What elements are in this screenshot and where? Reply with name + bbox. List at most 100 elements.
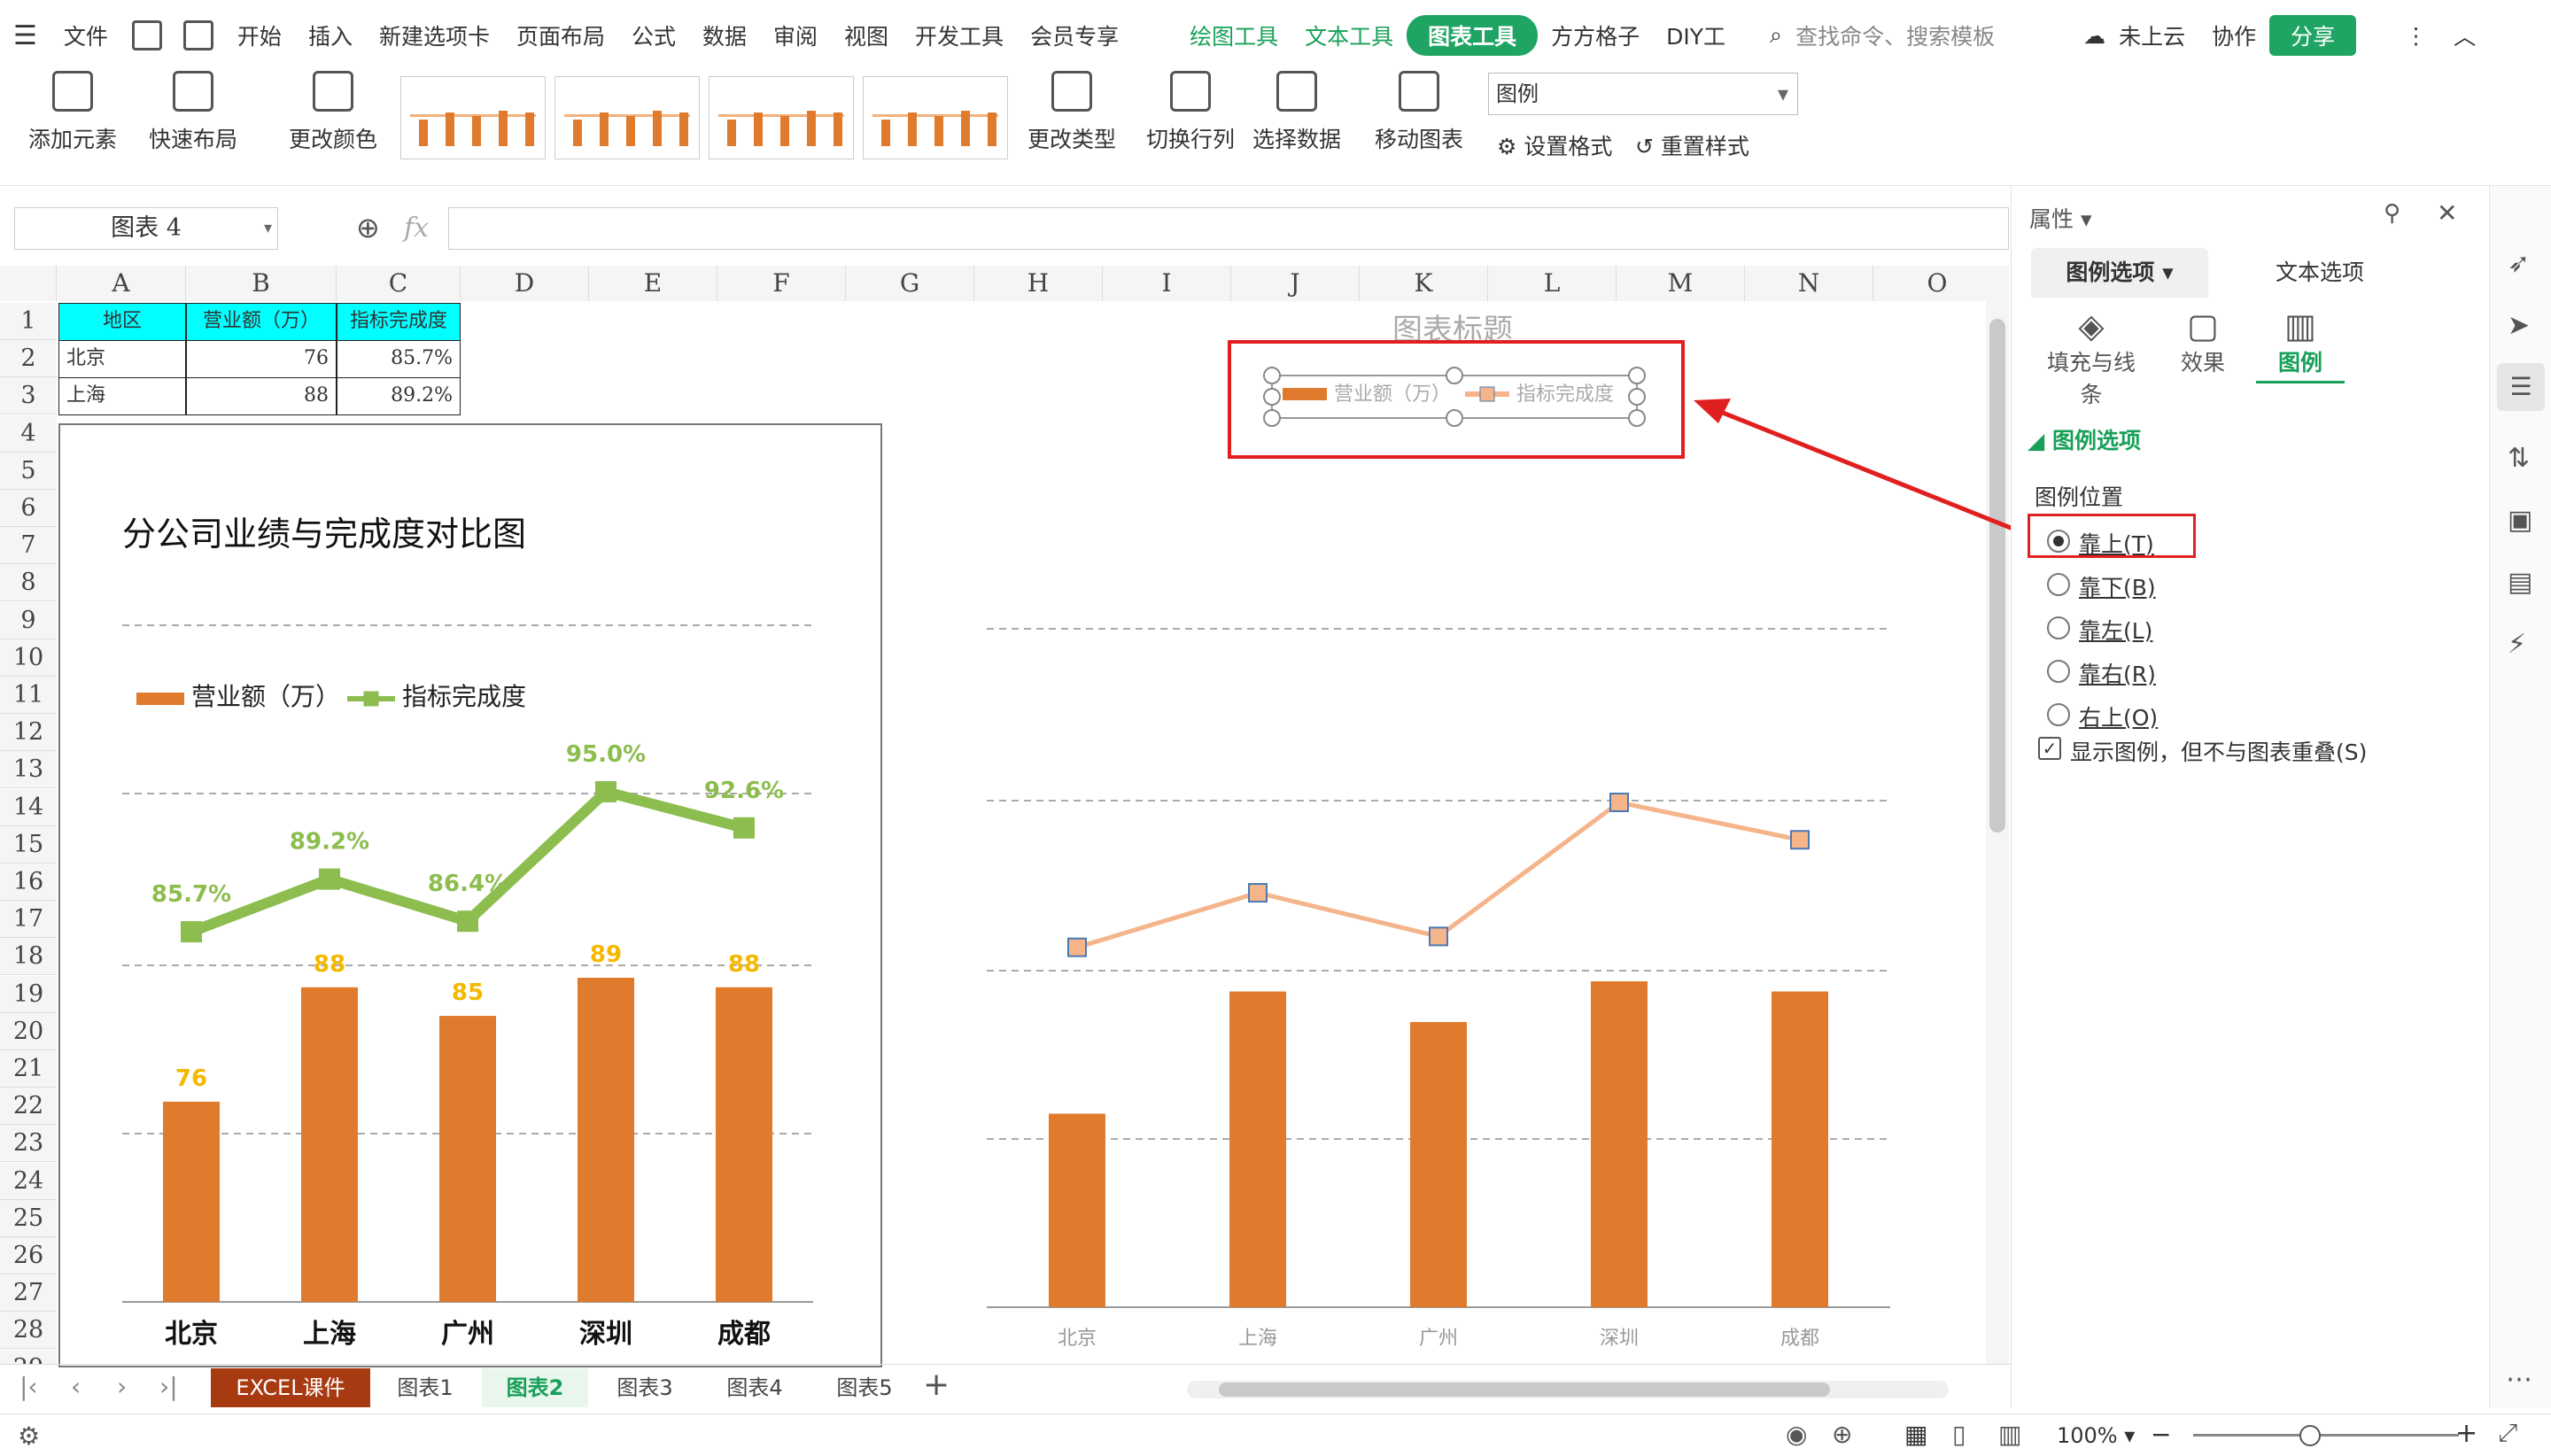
column-header-G[interactable]: G: [846, 266, 974, 301]
menu-review[interactable]: 审阅: [760, 19, 831, 51]
zoom-slider[interactable]: [2193, 1434, 2459, 1437]
panel-title[interactable]: 属性 ▾: [2029, 202, 2092, 234]
set-format-button[interactable]: ⚙ 设置格式: [1497, 129, 1612, 161]
column-header-M[interactable]: M: [1617, 266, 1745, 301]
move-chart-button[interactable]: 移动图表: [1366, 71, 1472, 154]
legend-position-option[interactable]: 靠下(B): [2079, 570, 2156, 602]
row-header-4[interactable]: 4: [0, 414, 57, 453]
legend-position-radio[interactable]: [2047, 573, 2070, 596]
row-header-17[interactable]: 17: [0, 901, 57, 939]
zoom-out-icon[interactable]: −: [2151, 1420, 2171, 1449]
sheet-tab-excel[interactable]: EXCEL课件: [211, 1368, 370, 1407]
menu-page-layout[interactable]: 页面布局: [503, 19, 618, 51]
row-header-8[interactable]: 8: [0, 564, 57, 602]
menu-member[interactable]: 会员专享: [1017, 19, 1132, 51]
chart-selected[interactable]: 图表标题 营业额（万） 指标完成度 北京 上海 广州 深圳 成都: [918, 301, 1972, 1364]
subtab-legend[interactable]: ▥ 图例: [2256, 306, 2345, 383]
more-icon[interactable]: ⋮: [2392, 23, 2440, 49]
column-header-H[interactable]: H: [974, 266, 1103, 301]
page-break-view-icon[interactable]: ▥: [1998, 1420, 2021, 1449]
chart-style-3[interactable]: [709, 76, 854, 159]
vertical-scrollbar[interactable]: [1986, 266, 2009, 1364]
row-header-21[interactable]: 21: [0, 1050, 57, 1088]
legend-position-option[interactable]: 靠左(L): [2079, 614, 2152, 646]
menu-diy[interactable]: DIY工: [1653, 19, 1739, 51]
row-header-27[interactable]: 27: [0, 1274, 57, 1313]
subtab-effect[interactable]: ▢ 效果: [2159, 306, 2247, 377]
horizontal-scroll-thumb[interactable]: [1219, 1382, 1830, 1397]
legend-position-option[interactable]: 靠右(R): [2079, 657, 2156, 689]
formula-input[interactable]: [448, 207, 2009, 250]
row-header-29[interactable]: 29: [0, 1349, 57, 1364]
add-element-button[interactable]: 添加元素: [19, 71, 126, 154]
data-cell[interactable]: 88: [186, 377, 337, 416]
first-sheet-icon[interactable]: |‹: [19, 1372, 38, 1401]
menu-data[interactable]: 数据: [689, 19, 760, 51]
data-cell[interactable]: 76: [186, 340, 337, 379]
row-header-18[interactable]: 18: [0, 938, 57, 976]
sheet-tab-chart1[interactable]: 图表1: [372, 1368, 478, 1407]
data-cell[interactable]: 85.7%: [337, 340, 461, 379]
menu-developer[interactable]: 开发工具: [902, 19, 1017, 51]
rocket-icon[interactable]: ➶: [2508, 248, 2530, 279]
row-header-5[interactable]: 5: [0, 452, 57, 490]
sheet-tab-chart4[interactable]: 图表4: [702, 1368, 808, 1407]
header-cell[interactable]: 指标完成度: [337, 303, 461, 341]
cloud-icon[interactable]: ☁: [2070, 23, 2119, 49]
data-cell[interactable]: 上海: [58, 377, 186, 416]
name-box[interactable]: 图表 4 ▾: [14, 207, 278, 250]
menu-file[interactable]: 文件: [50, 19, 121, 51]
row-header-12[interactable]: 12: [0, 714, 57, 752]
column-header-O[interactable]: O: [1873, 266, 1993, 301]
chart-style-1[interactable]: [400, 76, 546, 159]
row-header-6[interactable]: 6: [0, 490, 57, 527]
chart-style-4[interactable]: [863, 76, 1008, 159]
fullscreen-icon[interactable]: ⤢: [2498, 1418, 2517, 1448]
next-sheet-icon[interactable]: ›: [117, 1372, 127, 1401]
row-header-24[interactable]: 24: [0, 1162, 57, 1200]
prev-sheet-icon[interactable]: ‹: [71, 1372, 81, 1401]
row-header-1[interactable]: 1: [0, 303, 57, 340]
column-header-K[interactable]: K: [1360, 266, 1488, 301]
menu-home[interactable]: 开始: [224, 19, 295, 51]
format-painter-icon[interactable]: ⇅: [2508, 443, 2530, 474]
menu-formula[interactable]: 公式: [618, 19, 689, 51]
column-header-A[interactable]: A: [57, 266, 186, 301]
section-legend-options[interactable]: ◢ 图例选项: [2028, 423, 2141, 455]
row-header-25[interactable]: 25: [0, 1199, 57, 1237]
menu-insert[interactable]: 插入: [295, 19, 366, 51]
select-all-corner[interactable]: [0, 266, 57, 301]
layout-toggle-icon[interactable]: ⊕: [1832, 1420, 1852, 1449]
more-dots-icon[interactable]: ⋯: [2506, 1364, 2532, 1395]
horizontal-scrollbar[interactable]: [1187, 1381, 1949, 1398]
row-header-13[interactable]: 13: [0, 751, 57, 789]
row-header-9[interactable]: 9: [0, 601, 57, 639]
page-layout-view-icon[interactable]: ▯: [1952, 1420, 1966, 1449]
change-color-button[interactable]: 更改颜色: [280, 71, 386, 154]
menu-chart-tools[interactable]: 图表工具: [1407, 15, 1539, 56]
export-icon[interactable]: [182, 20, 213, 50]
no-overlap-checkbox[interactable]: ✓: [2038, 737, 2061, 760]
last-sheet-icon[interactable]: ›|: [159, 1372, 178, 1401]
data-cell[interactable]: 89.2%: [337, 377, 461, 416]
sheet-tab-chart2[interactable]: 图表2: [482, 1368, 588, 1407]
select-data-button[interactable]: 选择数据: [1244, 71, 1350, 154]
search-icon[interactable]: ⌕: [1756, 22, 1795, 49]
row-header-14[interactable]: 14: [0, 788, 57, 826]
row-header-15[interactable]: 15: [0, 825, 57, 864]
column-header-J[interactable]: J: [1231, 266, 1360, 301]
menu-text-tools[interactable]: 文本工具: [1291, 19, 1407, 51]
pin-icon[interactable]: ⚲: [2384, 200, 2400, 227]
column-header-I[interactable]: I: [1103, 266, 1231, 301]
tab-text-options[interactable]: 文本选项: [2231, 248, 2408, 298]
subtab-fill-line[interactable]: ◈ 填充与线条: [2038, 306, 2144, 409]
chart-business-comparison[interactable]: 分公司业绩与完成度对比图 营业额（万） 指标完成度 北京 76 上海 88 广州 85 深圳 89 成…: [58, 423, 882, 1367]
header-cell[interactable]: 地区: [58, 303, 186, 341]
row-header-16[interactable]: 16: [0, 864, 57, 901]
row-header-22[interactable]: 22: [0, 1088, 57, 1126]
zoom-icon[interactable]: ⊕: [356, 211, 380, 244]
column-header-D[interactable]: D: [461, 266, 589, 301]
column-header-L[interactable]: L: [1488, 266, 1617, 301]
zoom-level[interactable]: 100% ▾: [2057, 1423, 2135, 1448]
vertical-scroll-thumb[interactable]: [1989, 319, 2005, 833]
